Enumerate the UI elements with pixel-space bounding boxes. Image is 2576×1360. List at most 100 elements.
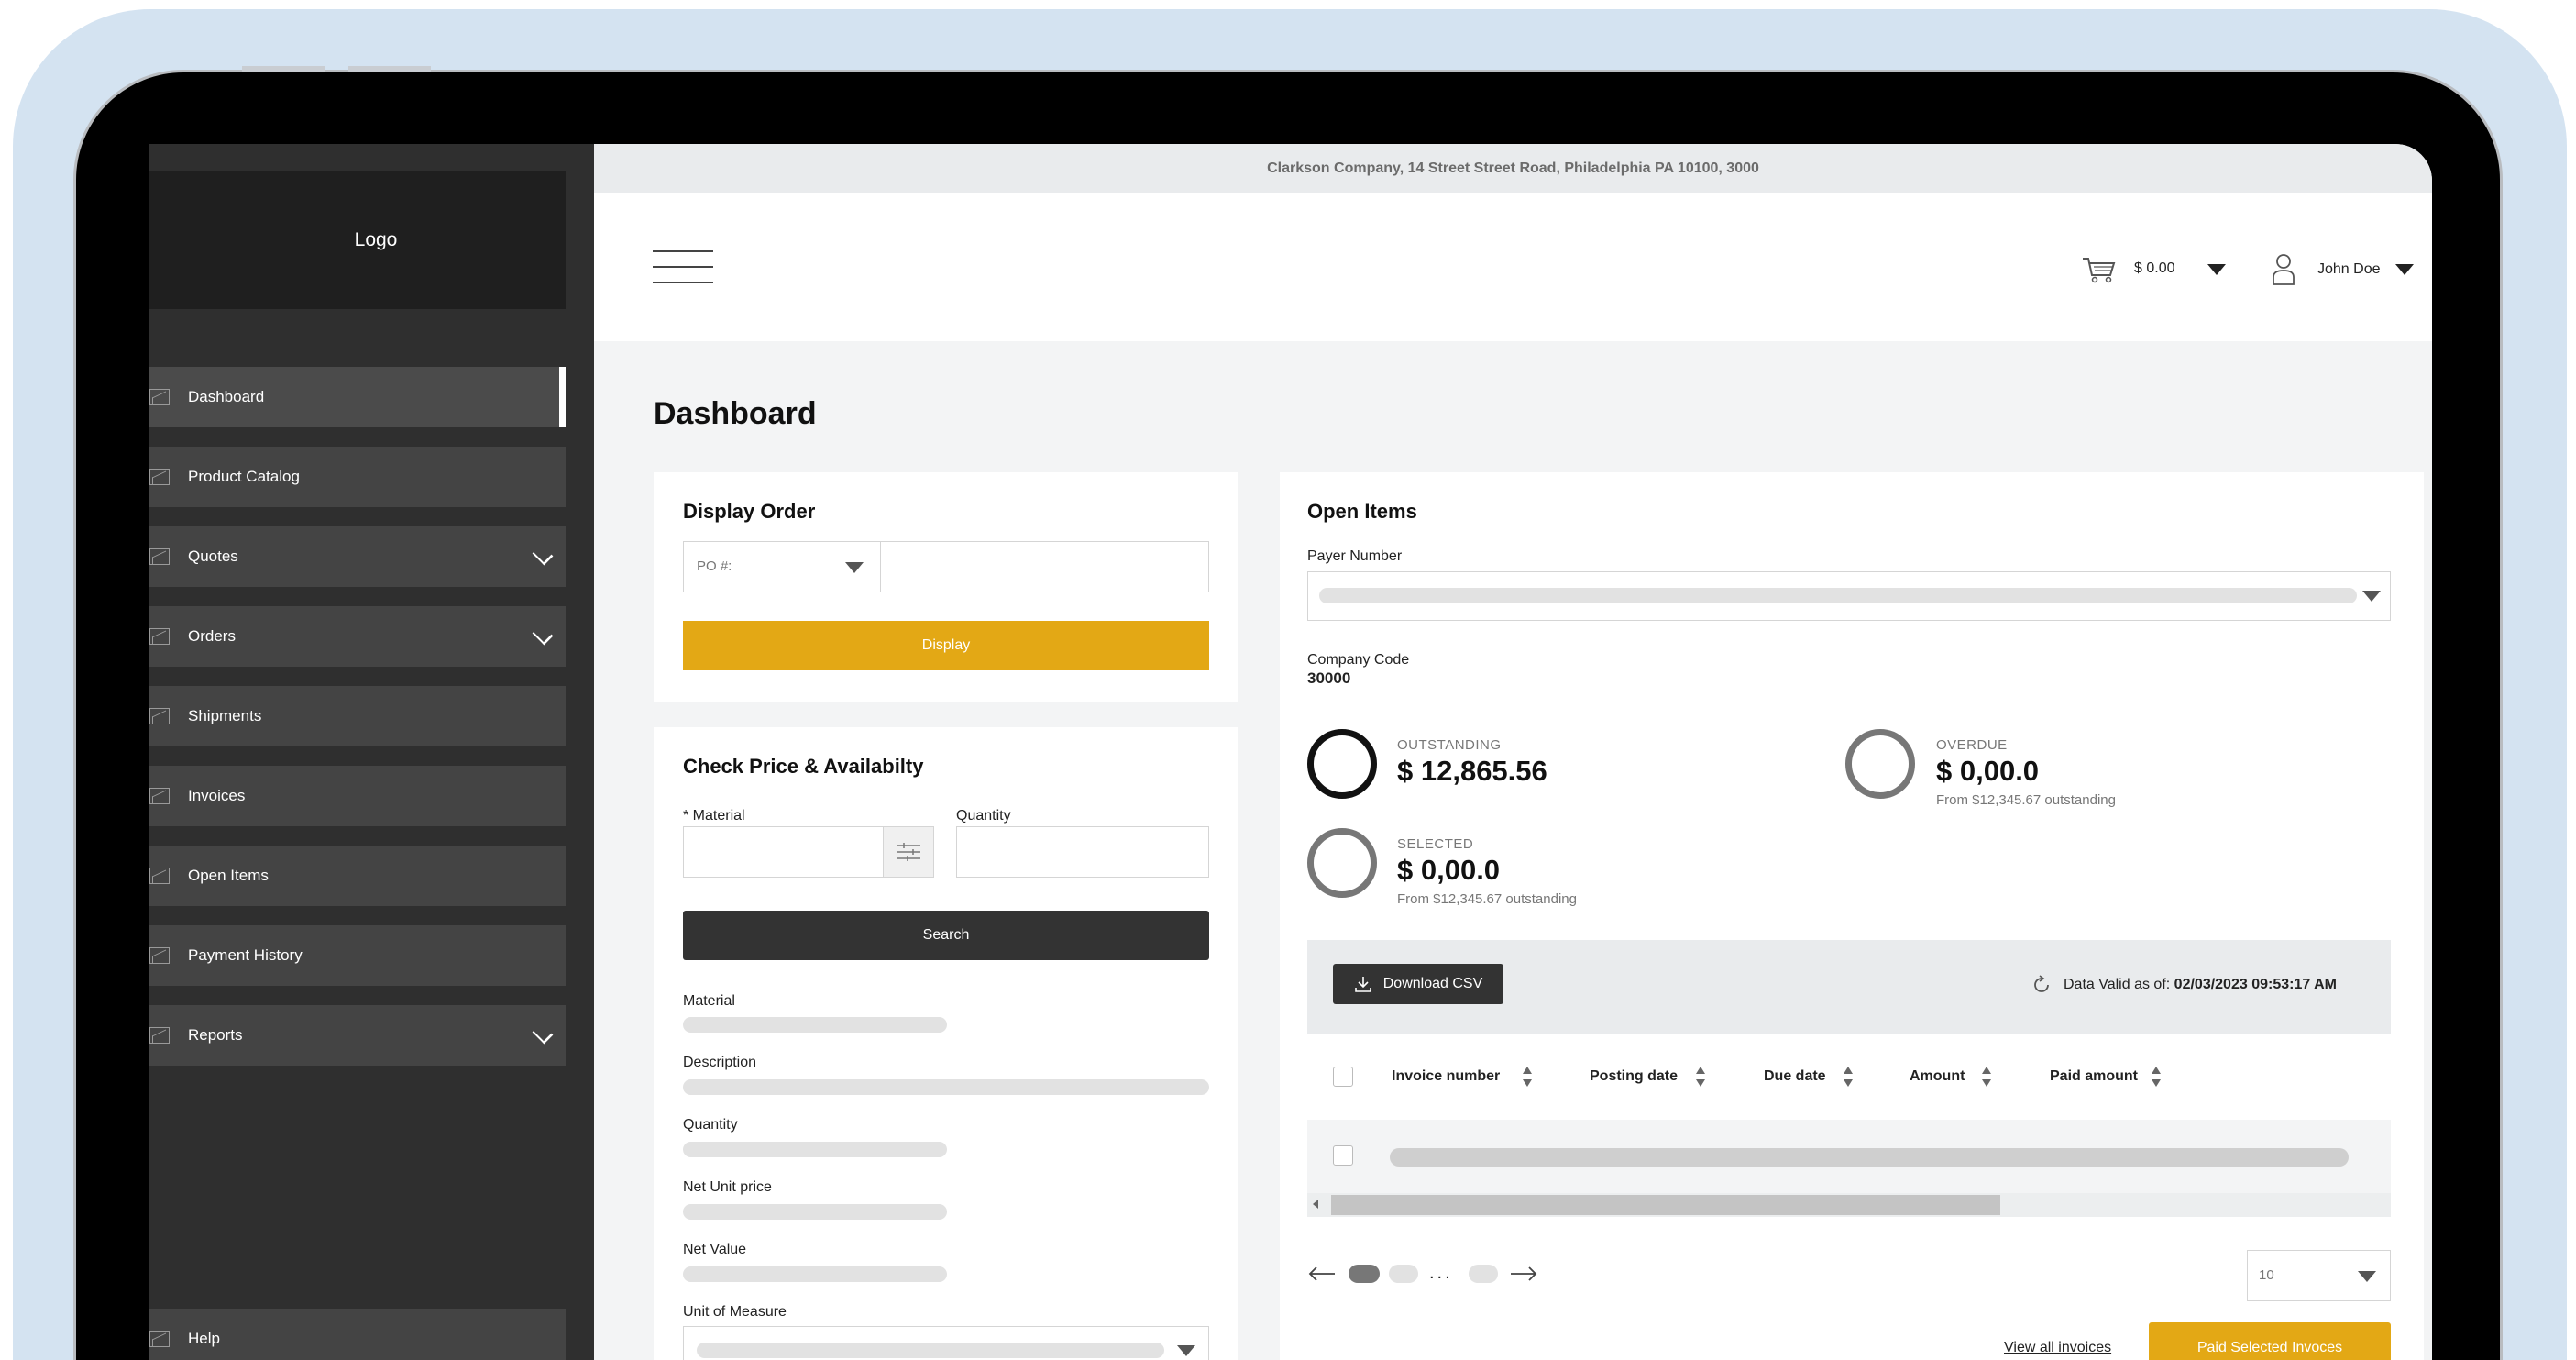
sidebar-item-orders[interactable]: Orders xyxy=(149,606,566,667)
device-side-button xyxy=(242,66,325,72)
paid-selected-label: Paid Selected Invoces xyxy=(2196,1340,2343,1355)
logo: Logo xyxy=(149,171,566,309)
sort-icon[interactable] xyxy=(2152,1067,2161,1087)
display-button[interactable]: Display xyxy=(683,621,1209,670)
payer-number-label: Payer Number xyxy=(1307,548,1403,564)
result-net-unit-price-label: Net Unit price xyxy=(683,1179,772,1195)
chevron-down-icon[interactable] xyxy=(532,624,554,646)
sidebar-item-open-items[interactable]: Open Items xyxy=(149,846,566,906)
user-icon[interactable] xyxy=(2272,253,2295,286)
sort-icon[interactable] xyxy=(1844,1067,1853,1087)
download-icon xyxy=(1354,977,1371,992)
menu-icon[interactable] xyxy=(653,250,713,283)
po-type-select[interactable]: PO #: xyxy=(683,541,881,592)
unit-of-measure-placeholder xyxy=(697,1343,1164,1358)
cart-dropdown-icon[interactable] xyxy=(2207,264,2226,275)
company-code-label: Company Code xyxy=(1307,652,1410,668)
result-material-label: Material xyxy=(683,993,735,1009)
cart-icon[interactable] xyxy=(2081,255,2118,284)
chart-icon xyxy=(149,389,170,405)
display-button-label: Display xyxy=(921,637,971,653)
sidebar-item-shipments[interactable]: Shipments xyxy=(149,686,566,746)
chevron-down-icon xyxy=(845,562,864,573)
sidebar-item-help[interactable]: Help xyxy=(149,1309,566,1360)
chart-icon xyxy=(149,708,170,724)
quantity-input[interactable] xyxy=(956,826,1209,878)
outstanding-label: OUTSTANDING xyxy=(1397,737,1502,753)
chart-icon xyxy=(149,628,170,645)
chart-icon xyxy=(149,947,170,964)
logo-text: Logo xyxy=(354,229,398,250)
scrollbar-thumb[interactable] xyxy=(1331,1195,2000,1215)
chevron-down-icon[interactable] xyxy=(532,544,554,566)
sort-icon[interactable] xyxy=(1696,1067,1705,1087)
download-csv-button[interactable]: Download CSV xyxy=(1333,964,1503,1004)
selected-value: $ 0,00.0 xyxy=(1397,854,1501,886)
outstanding-value: $ 12,865.56 xyxy=(1397,755,1547,787)
sidebar-item-quotes[interactable]: Quotes xyxy=(149,526,566,587)
company-code-value: 30000 xyxy=(1307,669,1351,687)
sidebar-item-reports[interactable]: Reports xyxy=(149,1005,566,1066)
table-row[interactable] xyxy=(1307,1120,2391,1193)
select-all-checkbox[interactable] xyxy=(1333,1067,1353,1087)
sidebar-item-payment-history[interactable]: Payment History xyxy=(149,925,566,986)
scroll-left-icon[interactable] xyxy=(1313,1200,1318,1209)
overdue-ring xyxy=(1845,729,1915,799)
sidebar-item-label: Shipments xyxy=(188,707,262,724)
sort-icon[interactable] xyxy=(1982,1067,1991,1087)
row-placeholder xyxy=(1390,1148,2349,1167)
check-price-card: Check Price & Availabilty * Material Qua… xyxy=(654,727,1238,1360)
page-last[interactable] xyxy=(1469,1265,1498,1283)
overdue-subtext: From $12,345.67 outstanding xyxy=(1936,792,2116,808)
column-posting-date[interactable]: Posting date xyxy=(1590,1068,1678,1085)
sidebar-item-label: Quotes xyxy=(188,547,238,565)
download-csv-label: Download CSV xyxy=(1382,976,1483,991)
po-number-input[interactable] xyxy=(880,541,1209,592)
refresh-icon[interactable] xyxy=(2031,975,2052,995)
chart-icon xyxy=(149,788,170,804)
result-net-unit-price-placeholder xyxy=(683,1204,947,1220)
sort-icon[interactable] xyxy=(1523,1067,1532,1087)
sidebar-item-invoices[interactable]: Invoices xyxy=(149,766,566,826)
arrow-left-icon[interactable] xyxy=(1307,1266,1337,1281)
chevron-down-icon[interactable] xyxy=(532,1023,554,1045)
sidebar-item-label: Invoices xyxy=(188,787,246,804)
display-order-card: Display Order PO #: Display xyxy=(654,472,1238,702)
page-size-value: 10 xyxy=(2259,1267,2274,1283)
user-dropdown-icon[interactable] xyxy=(2395,264,2414,275)
selected-subtext: From $12,345.67 outstanding xyxy=(1397,891,1577,907)
arrow-right-icon[interactable] xyxy=(1509,1266,1538,1281)
sidebar-item-product-catalog[interactable]: Product Catalog xyxy=(149,447,566,507)
open-items-card: Open Items Payer Number Company Code 300… xyxy=(1280,472,2424,1360)
column-invoice-number[interactable]: Invoice number xyxy=(1392,1068,1500,1085)
column-due-date[interactable]: Due date xyxy=(1764,1068,1826,1085)
sidebar-item-label: Product Catalog xyxy=(188,468,300,485)
page-size-select[interactable]: 10 xyxy=(2247,1250,2391,1301)
horizontal-scrollbar[interactable] xyxy=(1307,1193,2391,1217)
column-amount[interactable]: Amount xyxy=(1910,1068,1965,1085)
chart-icon xyxy=(149,868,170,884)
page-2[interactable] xyxy=(1389,1265,1418,1283)
card-title: Check Price & Availabilty xyxy=(683,755,924,778)
data-valid-text: Data Valid as of: 02/03/2023 09:53:17 AM xyxy=(2064,977,2337,993)
material-input[interactable] xyxy=(683,826,885,878)
column-paid-amount[interactable]: Paid amount xyxy=(2050,1068,2138,1085)
search-button-label: Search xyxy=(922,927,970,943)
row-checkbox[interactable] xyxy=(1333,1145,1353,1166)
view-all-invoices-link[interactable]: View all invoices xyxy=(2004,1340,2111,1356)
paid-selected-invoices-button[interactable]: Paid Selected Invoces xyxy=(2149,1322,2391,1360)
selected-ring xyxy=(1307,828,1377,898)
unit-of-measure-select[interactable] xyxy=(683,1326,1209,1360)
po-select-value: PO #: xyxy=(697,558,732,574)
sidebar-nav: Dashboard Product Catalog Quotes Orders … xyxy=(149,367,566,1085)
chevron-down-icon xyxy=(2358,1271,2376,1282)
sidebar-item-dashboard[interactable]: Dashboard xyxy=(149,367,566,427)
payer-number-select[interactable] xyxy=(1307,571,2391,621)
user-name[interactable]: John Doe xyxy=(2317,261,2381,278)
table-toolbar: Download CSV Data Valid as of: 02/03/202… xyxy=(1307,940,2391,1034)
sidebar-item-label: Orders xyxy=(188,627,236,645)
search-button[interactable]: Search xyxy=(683,911,1209,960)
material-lookup-button[interactable] xyxy=(883,826,934,878)
result-quantity-label: Quantity xyxy=(683,1117,738,1133)
page-1[interactable] xyxy=(1349,1265,1380,1283)
